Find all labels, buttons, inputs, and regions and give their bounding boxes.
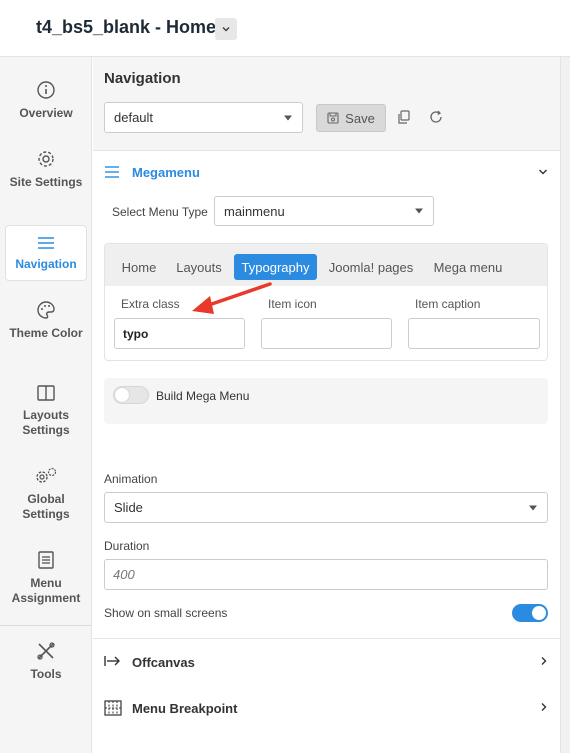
extra-class-label: Extra class bbox=[121, 297, 180, 311]
item-icon-input[interactable] bbox=[261, 318, 392, 349]
tab-joomla-pages[interactable]: Joomla! pages bbox=[321, 254, 421, 280]
animation-value: Slide bbox=[114, 500, 143, 515]
tab-home[interactable]: Home bbox=[113, 254, 165, 280]
palette-icon bbox=[37, 301, 55, 319]
duration-input[interactable]: 400 bbox=[104, 559, 548, 590]
animation-label: Animation bbox=[104, 472, 158, 486]
menu-type-select[interactable]: mainmenu bbox=[214, 196, 434, 226]
sidebar-item-layouts-settings[interactable]: Layouts Settings bbox=[5, 384, 87, 442]
title-dropdown-button[interactable] bbox=[215, 18, 237, 40]
tools-icon bbox=[37, 642, 55, 660]
section-title: Navigation bbox=[104, 70, 181, 87]
sidebar-item-label: Overview bbox=[19, 106, 73, 120]
extra-class-input[interactable]: typo bbox=[114, 318, 245, 349]
sidebar-item-global-settings[interactable]: Global Settings bbox=[5, 466, 87, 524]
gear-icon bbox=[38, 151, 54, 167]
small-screens-toggle[interactable] bbox=[512, 604, 548, 622]
sidebar-item-label: Theme Color bbox=[9, 326, 83, 340]
arrow-right-to-line-icon bbox=[104, 656, 120, 666]
reset-button[interactable] bbox=[427, 108, 445, 126]
save-label: Save bbox=[345, 110, 375, 126]
duration-label: Duration bbox=[104, 539, 150, 553]
floppy-icon bbox=[327, 112, 339, 124]
sidebar-item-label: Layouts Settings bbox=[22, 408, 70, 437]
sidebar-item-tools[interactable]: Tools bbox=[5, 641, 87, 685]
scrollbar[interactable] bbox=[560, 57, 570, 753]
small-screens-label: Show on small screens bbox=[104, 606, 228, 620]
menu-items-panel: Home Layouts Typography Joomla! pages Me… bbox=[104, 243, 548, 361]
sidebar: Overview Site Settings Navigation Theme … bbox=[0, 57, 92, 753]
preset-select[interactable]: default bbox=[104, 102, 303, 133]
gears-icon bbox=[36, 467, 57, 483]
menu-breakpoint-title: Menu Breakpoint bbox=[132, 701, 238, 716]
offcanvas-title: Offcanvas bbox=[132, 655, 195, 670]
menu-breakpoint-section[interactable]: Menu Breakpoint bbox=[93, 685, 560, 732]
columns-icon bbox=[37, 385, 55, 401]
build-mega-menu-box: Build Mega Menu bbox=[104, 378, 548, 424]
build-mega-menu-toggle[interactable] bbox=[113, 386, 149, 404]
app-header: t4_bs5_blank - Home bbox=[0, 0, 570, 57]
sidebar-item-label: Tools bbox=[30, 667, 62, 681]
caret-down-icon bbox=[284, 115, 292, 120]
chevron-down-icon bbox=[539, 169, 547, 175]
chevron-down-icon bbox=[222, 26, 230, 32]
tab-mega-menu[interactable]: Mega menu bbox=[425, 254, 511, 280]
info-icon bbox=[37, 81, 55, 99]
save-button[interactable]: Save bbox=[316, 104, 386, 132]
chevron-right-icon bbox=[541, 657, 547, 665]
sidebar-item-label: Global Settings bbox=[22, 492, 70, 521]
menu-icon bbox=[38, 237, 54, 249]
caret-down-icon bbox=[415, 208, 423, 214]
toggle-knob bbox=[115, 388, 129, 402]
sidebar-item-menu-assignment[interactable]: Menu Assignment bbox=[5, 550, 87, 608]
caret-down-icon bbox=[529, 505, 537, 510]
megamenu-title: Megamenu bbox=[132, 165, 200, 180]
item-icon-label: Item icon bbox=[268, 297, 317, 311]
sidebar-item-navigation[interactable]: Navigation bbox=[5, 225, 87, 281]
tab-typography[interactable]: Typography bbox=[234, 254, 317, 280]
sidebar-item-overview[interactable]: Overview bbox=[5, 80, 87, 130]
select-menu-type-label: Select Menu Type bbox=[112, 205, 208, 219]
item-caption-input[interactable] bbox=[408, 318, 540, 349]
megamenu-section-header[interactable]: Megamenu bbox=[93, 152, 560, 192]
ruler-icon bbox=[104, 700, 122, 716]
page-title: t4_bs5_blank - Home bbox=[36, 17, 217, 37]
copy-button[interactable] bbox=[395, 108, 413, 126]
offcanvas-section[interactable]: Offcanvas bbox=[93, 638, 560, 685]
sidebar-item-site-settings[interactable]: Site Settings bbox=[5, 149, 87, 207]
refresh-icon bbox=[430, 110, 442, 123]
menu-type-value: mainmenu bbox=[224, 203, 285, 219]
navigation-header: Navigation default Save bbox=[93, 57, 560, 151]
sidebar-item-label: Navigation bbox=[15, 257, 77, 271]
main-panel: Navigation default Save Megamenu Select … bbox=[93, 57, 560, 753]
sidebar-item-label: Menu Assignment bbox=[11, 576, 81, 605]
menu-items-tabs: Home Layouts Typography Joomla! pages Me… bbox=[105, 244, 547, 286]
item-caption-label: Item caption bbox=[415, 297, 481, 311]
sidebar-item-label: Site Settings bbox=[9, 175, 83, 189]
animation-select[interactable]: Slide bbox=[104, 492, 548, 523]
sidebar-divider bbox=[0, 625, 92, 626]
copy-icon bbox=[398, 110, 410, 124]
toggle-knob bbox=[532, 606, 546, 620]
chevron-right-icon bbox=[541, 703, 547, 711]
preset-value: default bbox=[114, 110, 154, 125]
list-icon bbox=[38, 551, 54, 569]
tab-layouts[interactable]: Layouts bbox=[169, 254, 229, 280]
build-mega-menu-label: Build Mega Menu bbox=[156, 389, 250, 403]
menu-icon bbox=[105, 166, 119, 178]
sidebar-item-theme-color[interactable]: Theme Color bbox=[5, 300, 87, 358]
